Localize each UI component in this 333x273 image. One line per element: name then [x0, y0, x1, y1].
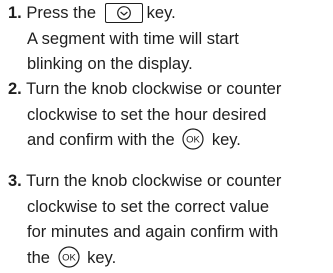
step-number: 3.	[8, 172, 22, 190]
step-number: 1.	[8, 4, 22, 22]
step-text: Turn the knob clockwise or counter	[26, 80, 282, 98]
step-text: key.	[87, 248, 117, 267]
step-text: and confirm with the	[27, 131, 175, 149]
instruction-step-3: 3. Turn the knob clockwise or counter cl…	[8, 169, 330, 271]
step-text: key.	[211, 131, 241, 149]
step-text: key.	[146, 4, 176, 22]
step-text: the	[27, 248, 50, 267]
ok-key-label: OK	[62, 252, 76, 263]
ok-key-icon: OK	[182, 128, 204, 150]
step-text: clockwise to set the hour desired	[27, 105, 267, 124]
step-text: for minutes and again confirm with	[27, 223, 279, 241]
step-text: clockwise to set the correct value	[27, 197, 270, 216]
ok-key-icon: OK	[57, 245, 80, 268]
step-number: 2.	[8, 80, 22, 98]
ok-key-label: OK	[186, 135, 200, 146]
step-text: Turn the knob clockwise or counter	[26, 172, 282, 190]
instruction-step-2: 2. Turn the knob clockwise or counter cl…	[8, 77, 330, 154]
instruction-step-1: 1. Press the key. A segment with time wi…	[8, 1, 330, 78]
step-text: Press the	[26, 4, 97, 22]
clock-key-icon	[104, 3, 143, 23]
step-text: blinking on the display.	[27, 55, 193, 73]
step-text: A segment with time will start	[27, 29, 239, 48]
